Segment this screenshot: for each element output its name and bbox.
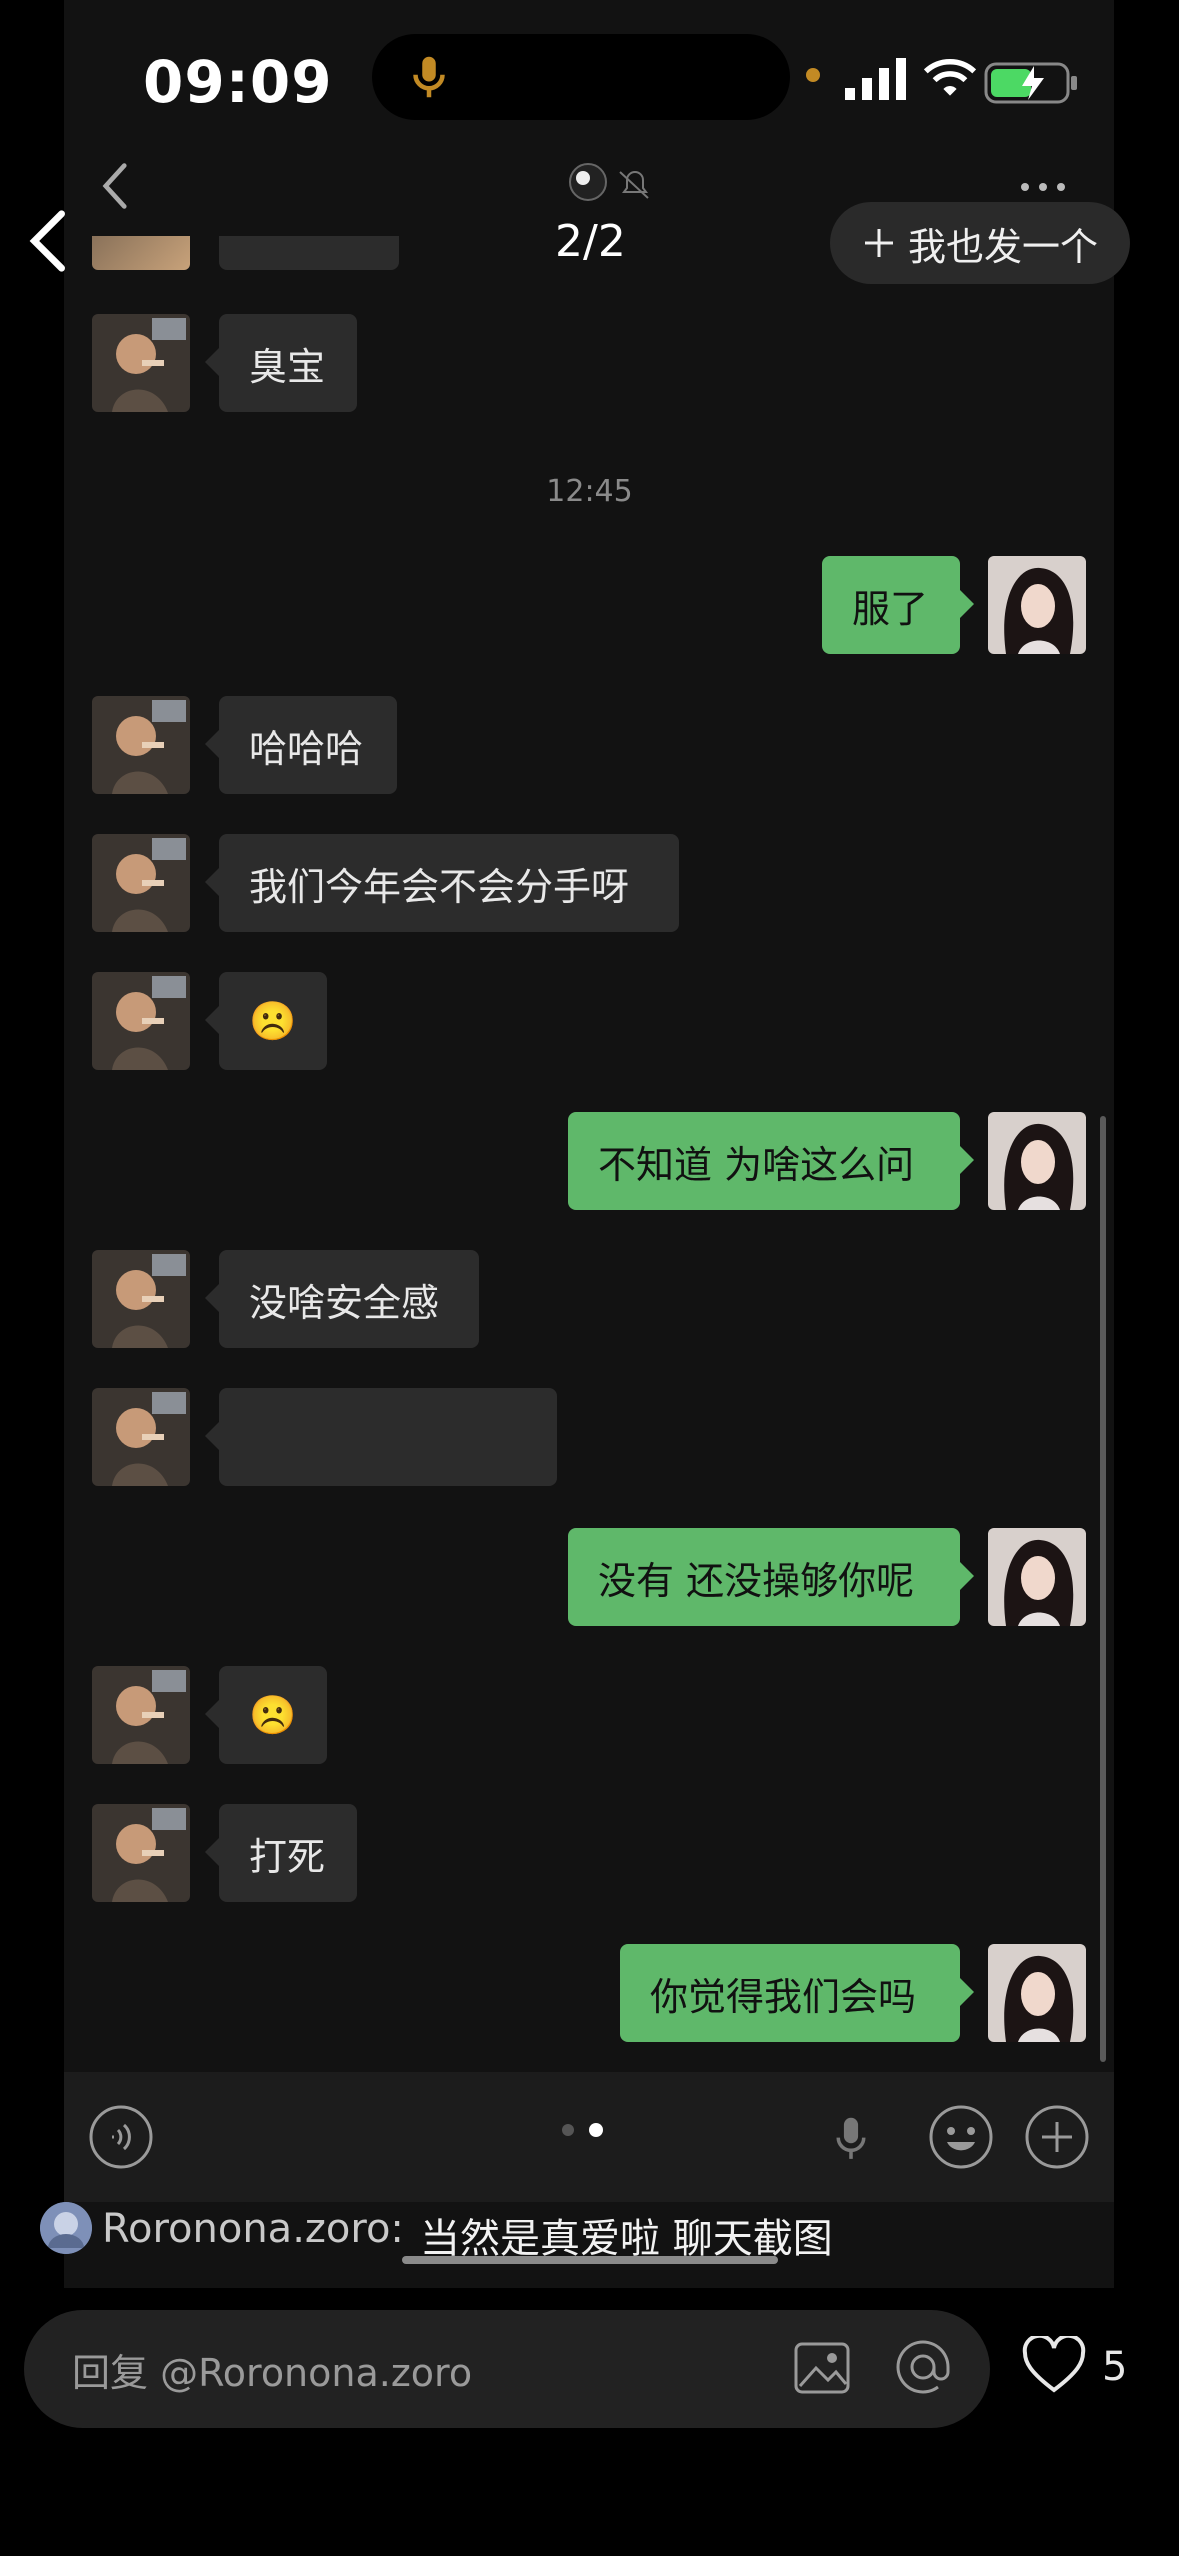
more-options-icon [1021, 183, 1065, 191]
message-text: 我们今年会不会分手呀 [249, 864, 630, 909]
incoming-message-row [0, 1388, 1179, 1488]
contact-avatar [92, 1388, 190, 1486]
contact-avatar [92, 972, 190, 1070]
incoming-message-row: 我们今年会不会分手呀 [0, 834, 1179, 934]
contact-avatar-icon [92, 1388, 190, 1486]
home-indicator [402, 2256, 778, 2264]
cellular-signal-icon [845, 58, 906, 100]
emoji-icon [929, 2105, 993, 2169]
scroll-indicator[interactable] [1100, 1116, 1106, 2062]
heart-icon[interactable] [1022, 2336, 1086, 2394]
contact-avatar-icon [92, 1250, 190, 1348]
contact-avatar [92, 314, 190, 412]
outgoing-message-row: 服了 [0, 556, 1179, 656]
dynamic-island [372, 34, 790, 120]
cropped-message-row [0, 236, 1179, 270]
wifi-icon [923, 59, 977, 96]
message-bubble: 我们今年会不会分手呀 [205, 834, 679, 932]
incoming-message-row: 哈哈哈 [0, 696, 1179, 796]
chat-timestamp: 12:45 [546, 474, 633, 509]
contact-avatar [92, 1804, 190, 1902]
message-text: 打死 [249, 1834, 326, 1879]
battery-charging-icon [984, 62, 1077, 104]
chat-back-icon [102, 163, 127, 209]
caption-author[interactable]: Roronona.zoro: [102, 2206, 404, 2252]
incoming-message-row: 没啥安全感 [0, 1250, 1179, 1350]
blurred-message-bubble [205, 1388, 557, 1486]
image-picker-icon[interactable] [792, 2338, 852, 2398]
self-avatar-icon [988, 1944, 1086, 2042]
reply-input[interactable]: 回复 @Roronona.zoro [24, 2310, 990, 2428]
self-avatar-icon [988, 556, 1086, 654]
message-text: 不知道 为啥这么问 [598, 1142, 915, 1187]
self-avatar [988, 1944, 1086, 2042]
contact-avatar [92, 834, 190, 932]
microphone-indicator-icon [413, 56, 445, 98]
message-text: 没有 还没操够你呢 [598, 1558, 915, 1603]
self-avatar-icon [988, 1112, 1086, 1210]
outgoing-message-row: 不知道 为啥这么问 [0, 1112, 1179, 1212]
message-text: ☹️ [249, 998, 297, 1043]
contact-avatar-icon [92, 696, 190, 794]
self-avatar [988, 1112, 1086, 1210]
message-bubble: 服了 [822, 556, 974, 654]
mention-icon[interactable] [890, 2334, 956, 2400]
author-avatar-icon [40, 2202, 92, 2254]
incoming-message-row: 臭宝 [0, 314, 1179, 414]
message-text: 你觉得我们会吗 [650, 1974, 917, 2019]
contact-avatar-icon [92, 1666, 190, 1764]
outgoing-message-row: 你觉得我们会吗 [0, 1944, 1179, 2044]
contact-avatar [92, 696, 190, 794]
message-bubble: 你觉得我们会吗 [620, 1944, 974, 2042]
contact-avatar-icon [92, 1804, 190, 1902]
outgoing-message-row: 没有 还没操够你呢 [0, 1528, 1179, 1628]
contact-avatar-icon [92, 972, 190, 1070]
message-bubble: 臭宝 [205, 314, 357, 412]
message-text: 臭宝 [249, 344, 326, 389]
privacy-dot-icon [806, 68, 820, 82]
microphone-icon [836, 2117, 866, 2159]
author-avatar[interactable] [40, 2202, 92, 2254]
contact-avatar [92, 1666, 190, 1764]
message-text: 没啥安全感 [249, 1280, 440, 1325]
message-text: ☹️ [249, 1692, 297, 1737]
message-bubble: 哈哈哈 [205, 696, 397, 794]
message-bubble: 没有 还没操够你呢 [568, 1528, 974, 1626]
self-avatar-icon [988, 1528, 1086, 1626]
self-avatar [988, 1528, 1086, 1626]
message-text: 哈哈哈 [249, 726, 364, 771]
message-bubble: ☹️ [205, 972, 327, 1070]
message-bubble: 没啥安全感 [205, 1250, 479, 1348]
status-bar: 09:09 [0, 0, 1179, 170]
status-time: 09:09 [143, 48, 333, 116]
incoming-message-row: ☹️ [0, 1666, 1179, 1766]
message-bubble: 不知道 为啥这么问 [568, 1112, 974, 1210]
message-bubble: 打死 [205, 1804, 357, 1902]
add-more-icon [1025, 2105, 1089, 2169]
like-count: 5 [1102, 2344, 1128, 2390]
message-bubble: ☹️ [205, 1666, 327, 1764]
page-indicator-dots [562, 2123, 603, 2137]
incoming-message-row: 打死 [0, 1804, 1179, 1904]
contact-avatar-icon [92, 314, 190, 412]
contact-avatar-icon [92, 834, 190, 932]
voice-input-icon [89, 2105, 153, 2169]
incoming-message-row: ☹️ [0, 972, 1179, 1072]
reply-placeholder: 回复 @Roronona.zoro [72, 2350, 473, 2395]
chat-title-icons [569, 163, 649, 201]
contact-avatar [92, 1250, 190, 1348]
message-text: 服了 [852, 586, 929, 631]
self-avatar [988, 556, 1086, 654]
